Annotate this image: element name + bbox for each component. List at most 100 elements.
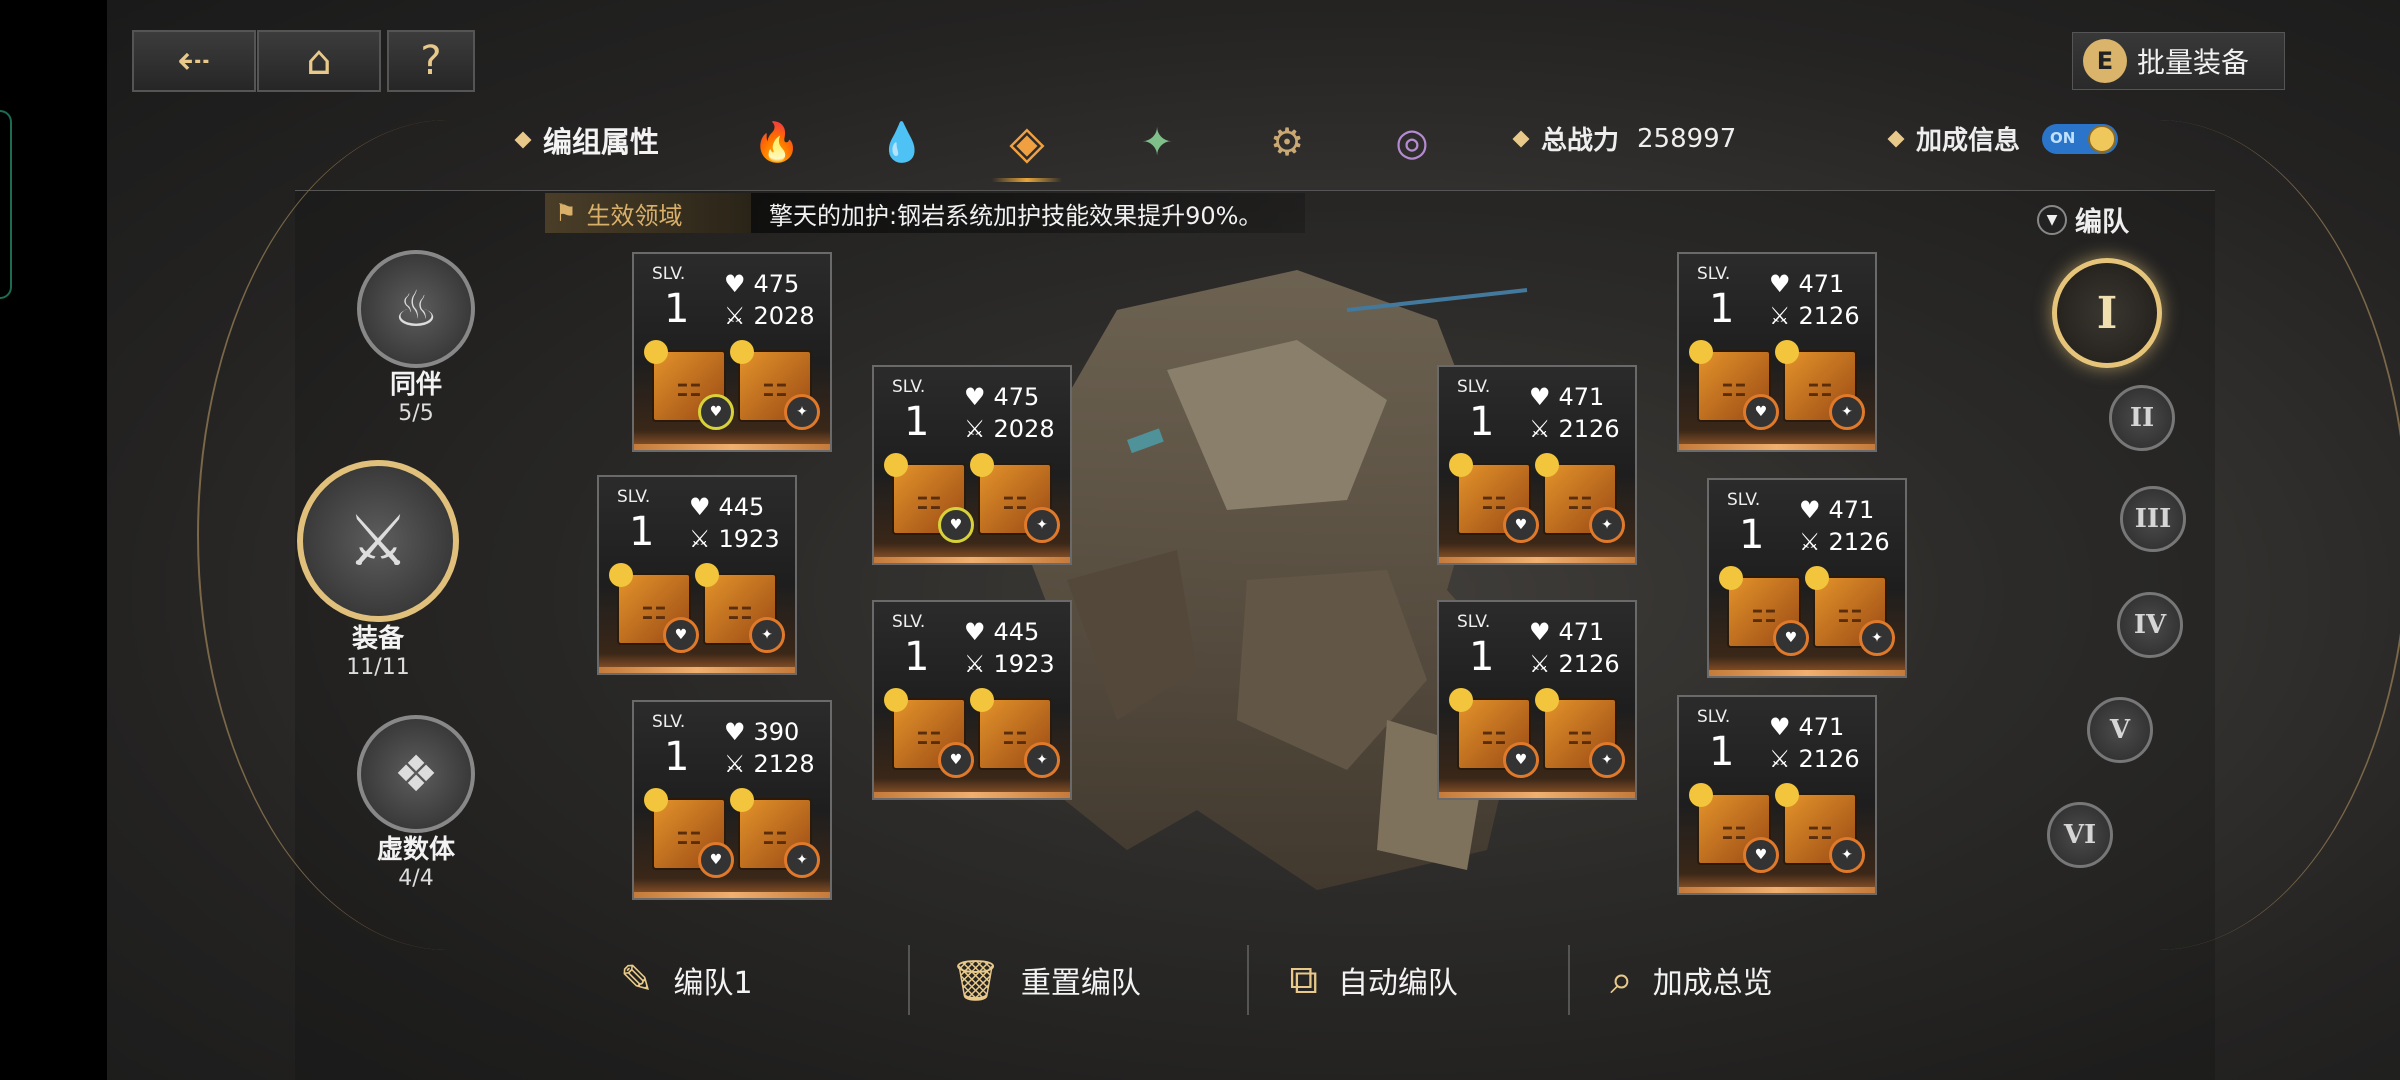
hp-stat: ♥ 471 (1529, 618, 1604, 646)
home-button[interactable]: ⌂ (257, 30, 381, 92)
equipment-card[interactable]: SLV. 1 ♥ 471 ⚔ 2126 ⚏ ♥ ⚏ ✦ (1437, 365, 1637, 565)
reset-team-button[interactable]: 🗑 重置编队 (910, 945, 1250, 1015)
void-element-icon[interactable]: ◎ (1382, 112, 1442, 172)
equipment-card[interactable]: SLV. 1 ♥ 445 ⚔ 1923 ⚏ ♥ ⚏ ✦ (597, 475, 797, 675)
skill-level-value: 1 (664, 734, 690, 780)
chip-badge-icon: ♥ (938, 507, 974, 543)
selected-element-underline (992, 178, 1062, 182)
equipment-chip[interactable]: ⚏ ✦ (730, 340, 820, 430)
sun-icon (970, 688, 994, 712)
equipment-chip[interactable]: ⚏ ♥ (609, 563, 699, 653)
equipment-card[interactable]: SLV. 1 ♥ 475 ⚔ 2028 ⚏ ♥ ⚏ ✦ (872, 365, 1072, 565)
equipment-chip[interactable]: ⚏ ✦ (1775, 340, 1865, 430)
feather-pen-icon: ✎ (620, 957, 654, 1003)
hp-value: 471 (1828, 496, 1875, 524)
team-4-button[interactable]: IV (2117, 592, 2183, 658)
fire-element-icon[interactable]: 🔥 (747, 112, 807, 172)
heart-icon: ♥ (1529, 383, 1551, 411)
sun-icon (609, 563, 633, 587)
equipment-chip[interactable]: ⚏ ♥ (644, 340, 734, 430)
equipment-chip[interactable]: ⚏ ♥ (1449, 453, 1539, 543)
hp-value: 475 (753, 270, 800, 298)
sun-icon (1719, 566, 1743, 590)
equipment-chip[interactable]: ⚏ ♥ (884, 453, 974, 543)
equipment-chip[interactable]: ⚏ ♥ (1689, 340, 1779, 430)
steel-element-icon[interactable]: ◈ (997, 112, 1057, 172)
wind-element-icon[interactable]: ✦ (1127, 112, 1187, 172)
sun-icon (730, 340, 754, 364)
equipment-chip[interactable]: ⚏ ✦ (970, 453, 1060, 543)
sun-icon (1689, 783, 1713, 807)
chip-badge-icon: ♥ (663, 617, 699, 653)
equipment-chip[interactable]: ⚏ ✦ (1535, 688, 1625, 778)
atk-stat: ⚔ 2126 (1529, 650, 1620, 678)
imaginary-icon: ❖ (357, 715, 475, 833)
sun-icon (644, 788, 668, 812)
equipment-chip[interactable]: ⚏ ♥ (1719, 566, 1809, 656)
equipment-card[interactable]: SLV. 1 ♥ 475 ⚔ 2028 ⚏ ♥ ⚏ ✦ (632, 252, 832, 452)
equipment-card[interactable]: SLV. 1 ♥ 471 ⚔ 2126 ⚏ ♥ ⚏ ✦ (1437, 600, 1637, 800)
equipment-card[interactable]: SLV. 1 ♥ 471 ⚔ 2126 ⚏ ♥ ⚏ ✦ (1677, 695, 1877, 895)
skill-level-label: SLV. (892, 612, 926, 632)
crossed-swords-icon: ⚔ (724, 302, 746, 330)
equipment-card[interactable]: SLV. 1 ♥ 471 ⚔ 2126 ⚏ ♥ ⚏ ✦ (1677, 252, 1877, 452)
hp-stat: ♥ 471 (1799, 496, 1874, 524)
equipment-card[interactable]: SLV. 1 ♥ 471 ⚔ 2126 ⚏ ♥ ⚏ ✦ (1707, 478, 1907, 678)
atk-value: 2028 (753, 302, 815, 330)
atk-stat: ⚔ 2128 (724, 750, 815, 778)
team-5-button[interactable]: V (2087, 697, 2153, 763)
skill-level-label: SLV. (617, 487, 651, 507)
auto-team-button[interactable]: ⧉ 自动编队 (1249, 945, 1571, 1015)
heart-icon: ♥ (724, 718, 746, 746)
attribute-label: 编组属性 (543, 125, 660, 159)
hp-stat: ♥ 445 (689, 493, 764, 521)
chip-badge-icon: ✦ (1024, 507, 1060, 543)
sun-icon (1775, 340, 1799, 364)
help-button[interactable]: ? (387, 30, 475, 92)
team-1-button[interactable]: I (2052, 258, 2162, 368)
total-power-label: 总战力 (1541, 126, 1620, 156)
equipment-card[interactable]: SLV. 1 ♥ 390 ⚔ 2128 ⚏ ♥ ⚏ ✦ (632, 700, 832, 900)
companion-count: 5/5 (398, 401, 434, 426)
team-3-button[interactable]: III (2120, 486, 2186, 552)
equipment-chip[interactable]: ⚏ ♥ (884, 688, 974, 778)
equipment-card[interactable]: SLV. 1 ♥ 445 ⚔ 1923 ⚏ ♥ ⚏ ✦ (872, 600, 1072, 800)
equipment-chip[interactable]: ⚏ ✦ (1775, 783, 1865, 873)
equipment-chip[interactable]: ⚏ ♥ (644, 788, 734, 878)
bonus-overview-button[interactable]: ⌕ 加成总览 (1570, 945, 1880, 1015)
team-6-button[interactable]: VI (2047, 802, 2113, 868)
equipment-title: 装备 (351, 624, 404, 654)
equipment-chip[interactable]: ⚏ ✦ (730, 788, 820, 878)
hp-value: 390 (753, 718, 800, 746)
skill-level-label: SLV. (1457, 377, 1491, 397)
equipment-chip[interactable]: ⚏ ✦ (970, 688, 1060, 778)
effect-text: 擎天的加护:钢岩系统加护技能效果提升90%。 (769, 201, 1263, 230)
equipment-chip[interactable]: ⚏ ✦ (695, 563, 785, 653)
equipment-menu[interactable]: ⚔ 装备 11/11 (297, 460, 459, 680)
companion-menu[interactable]: ♨ 同伴 5/5 (357, 250, 475, 426)
team-name-button[interactable]: ✎ 编队1 (580, 945, 911, 1015)
batch-equip-button[interactable]: E 批量装备 (2072, 32, 2285, 90)
equipment-chip[interactable]: ⚏ ✦ (1805, 566, 1895, 656)
team-2-button[interactable]: II (2109, 385, 2175, 451)
reset-team-label: 重置编队 (1020, 966, 1141, 1001)
back-button[interactable]: ⇠ (132, 30, 256, 92)
equipment-chip[interactable]: ⚏ ♥ (1689, 783, 1779, 873)
team-5-label: V (2109, 715, 2131, 745)
hp-stat: ♥ 390 (724, 718, 799, 746)
imaginary-menu[interactable]: ❖ 虚数体 4/4 (357, 715, 475, 891)
water-element-icon[interactable]: 💧 (872, 112, 932, 172)
chip-badge-icon: ✦ (784, 394, 820, 430)
diamond-bullet-icon (1512, 130, 1530, 147)
atk-value: 2126 (1558, 650, 1620, 678)
equipment-chip[interactable]: ⚏ ✦ (1535, 453, 1625, 543)
equipment-chip[interactable]: ⚏ ♥ (1449, 688, 1539, 778)
chip-badge-icon: ♥ (1503, 507, 1539, 543)
card-glow-bar (1439, 557, 1635, 563)
team-6-label: VI (2063, 820, 2097, 850)
sun-icon (1689, 340, 1713, 364)
gear-element-icon[interactable]: ⚙ (1257, 112, 1317, 172)
heart-icon: ♥ (724, 270, 746, 298)
sun-icon (695, 563, 719, 587)
chip-badge-icon: ✦ (1859, 620, 1895, 656)
